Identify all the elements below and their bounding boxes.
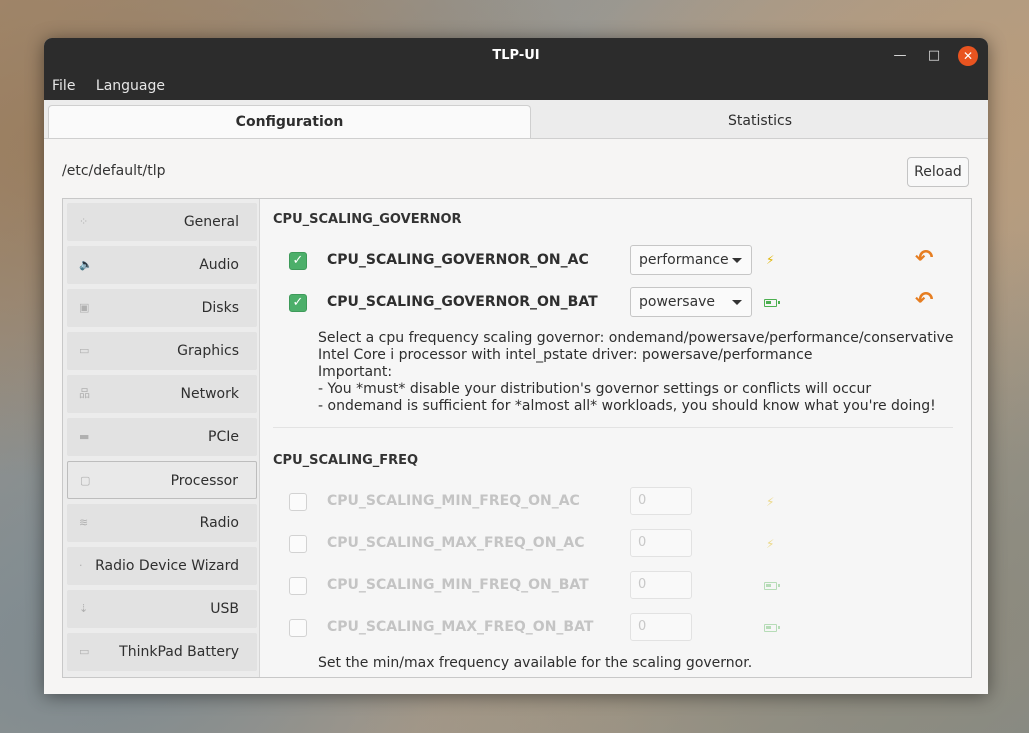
tlp-ui-window: TLP-UI — □ ✕ File Language Configuration… [44,38,988,694]
sidebar-item-label: PCIe [208,429,239,445]
min-freq-on-ac-value: 0 [638,493,647,508]
window-title: TLP-UI [492,48,540,63]
param-max-freq-on-ac: CPU_SCALING_MAX_FREQ_ON_AC [327,535,585,551]
reload-button[interactable]: Reload [907,157,969,187]
param-governor-on-ac: CPU_SCALING_GOVERNOR_ON_AC [327,252,589,268]
description-line: - You *must* disable your distribution's… [318,381,872,397]
max-freq-on-bat-input[interactable]: 0 [630,613,692,641]
monitor-icon: ▭ [79,344,90,357]
revert-icon[interactable]: ↶ [915,288,933,313]
close-button[interactable]: ✕ [958,46,978,66]
processor-icon: ▢ [80,474,91,487]
revert-icon[interactable]: ↶ [915,246,933,271]
min-freq-on-ac-input[interactable]: 0 [630,487,692,515]
section-title-governor: CPU_SCALING_GOVERNOR [273,212,462,227]
usb-icon: ⇣ [79,602,89,615]
wizard-icon: · [79,559,83,572]
sidebar-item-label: Audio [199,257,239,273]
chevron-down-icon [732,258,742,263]
menu-bar: File Language [44,74,988,100]
section-divider [273,427,953,428]
minimize-button[interactable]: — [890,46,910,66]
min-freq-on-bat-value: 0 [638,577,647,592]
max-freq-on-ac-input[interactable]: 0 [630,529,692,557]
max-freq-on-bat-value: 0 [638,619,647,634]
governor-description: Select a cpu frequency scaling governor:… [318,330,954,415]
wifi-icon: ≋ [79,516,89,529]
battery-icon [764,299,780,307]
config-path-row: /etc/default/tlp Reload [44,139,988,189]
config-path: /etc/default/tlp [62,163,166,179]
description-line: Set the min/max frequency available for … [318,655,753,671]
description-line: Select a cpu frequency scaling governor:… [318,330,954,346]
checkbox-governor-on-ac[interactable]: ✓ [289,252,307,270]
settings-frame: ⁘ General 🔈 Audio ▣ Disks ▭ Graphics 品 N… [62,198,972,678]
min-freq-on-bat-input[interactable]: 0 [630,571,692,599]
network-icon: 品 [79,387,90,400]
tab-configuration[interactable]: Configuration [48,105,531,138]
maximize-button[interactable]: □ [924,46,944,66]
sidebar-item-general[interactable]: ⁘ General [67,203,257,241]
sidebar-item-label: ThinkPad Battery [119,644,239,660]
governor-on-bat-value: powersave [639,294,716,310]
governor-on-bat-select[interactable]: powersave [630,287,752,317]
sidebar-item-label: Disks [201,300,239,316]
checkbox-min-freq-on-bat[interactable] [289,577,307,595]
ac-power-icon: ⚡ [766,537,775,551]
tab-bar: Configuration Statistics [44,100,988,139]
processor-settings-panel: CPU_SCALING_GOVERNOR ✓ CPU_SCALING_GOVER… [260,199,971,677]
param-max-freq-on-bat: CPU_SCALING_MAX_FREQ_ON_BAT [327,619,594,635]
freq-description: Set the min/max frequency available for … [318,655,752,672]
sidebar-item-label: General [183,214,239,230]
governor-on-ac-select[interactable]: performance [630,245,752,275]
sidebar-item-radio-device-wizard[interactable]: · Radio Device Wizard [67,547,257,585]
sidebar-item-label: USB [210,601,239,617]
sidebar-item-label: Radio Device Wizard [95,558,239,574]
section-title-freq: CPU_SCALING_FREQ [273,453,419,468]
disk-icon: ▣ [79,301,90,314]
sidebar-item-network[interactable]: 品 Network [67,375,257,413]
speaker-icon: 🔈 [79,258,93,271]
description-line: Important: [318,364,393,380]
ac-power-icon: ⚡ [766,253,775,267]
sidebar-item-graphics[interactable]: ▭ Graphics [67,332,257,370]
battery-icon: ▭ [79,645,90,658]
ac-power-icon: ⚡ [766,495,775,509]
checkbox-max-freq-on-ac[interactable] [289,535,307,553]
grid-icon: ⁘ [79,215,89,228]
menu-file[interactable]: File [44,74,83,94]
sidebar-item-usb[interactable]: ⇣ USB [67,590,257,628]
sidebar-item-thinkpad-battery[interactable]: ▭ ThinkPad Battery [67,633,257,671]
chevron-down-icon [732,300,742,305]
param-governor-on-bat: CPU_SCALING_GOVERNOR_ON_BAT [327,294,598,310]
sidebar-item-disks[interactable]: ▣ Disks [67,289,257,327]
battery-icon [764,582,780,590]
sidebar-item-pcie[interactable]: ▬ PCIe [67,418,257,456]
checkbox-max-freq-on-bat[interactable] [289,619,307,637]
sidebar-item-label: Radio [199,515,239,531]
checkbox-governor-on-bat[interactable]: ✓ [289,294,307,312]
pcie-icon: ▬ [79,430,90,443]
sidebar-item-audio[interactable]: 🔈 Audio [67,246,257,284]
param-min-freq-on-bat: CPU_SCALING_MIN_FREQ_ON_BAT [327,577,589,593]
param-min-freq-on-ac: CPU_SCALING_MIN_FREQ_ON_AC [327,493,580,509]
checkbox-min-freq-on-ac[interactable] [289,493,307,511]
menu-language[interactable]: Language [88,74,173,94]
sidebar-item-label: Processor [170,473,238,489]
battery-icon [764,624,780,632]
sidebar-item-label: Network [180,386,239,402]
sidebar: ⁘ General 🔈 Audio ▣ Disks ▭ Graphics 品 N… [63,199,260,677]
governor-on-ac-value: performance [639,252,729,268]
sidebar-item-processor[interactable]: ▢ Processor [67,461,257,499]
sidebar-item-radio[interactable]: ≋ Radio [67,504,257,542]
title-bar[interactable]: TLP-UI — □ ✕ [44,38,988,74]
max-freq-on-ac-value: 0 [638,535,647,550]
tab-statistics[interactable]: Statistics [532,105,988,138]
sidebar-item-label: Graphics [177,343,239,359]
description-line: Intel Core i processor with intel_pstate… [318,347,813,363]
description-line: - ondemand is sufficient for *almost all… [318,398,936,414]
